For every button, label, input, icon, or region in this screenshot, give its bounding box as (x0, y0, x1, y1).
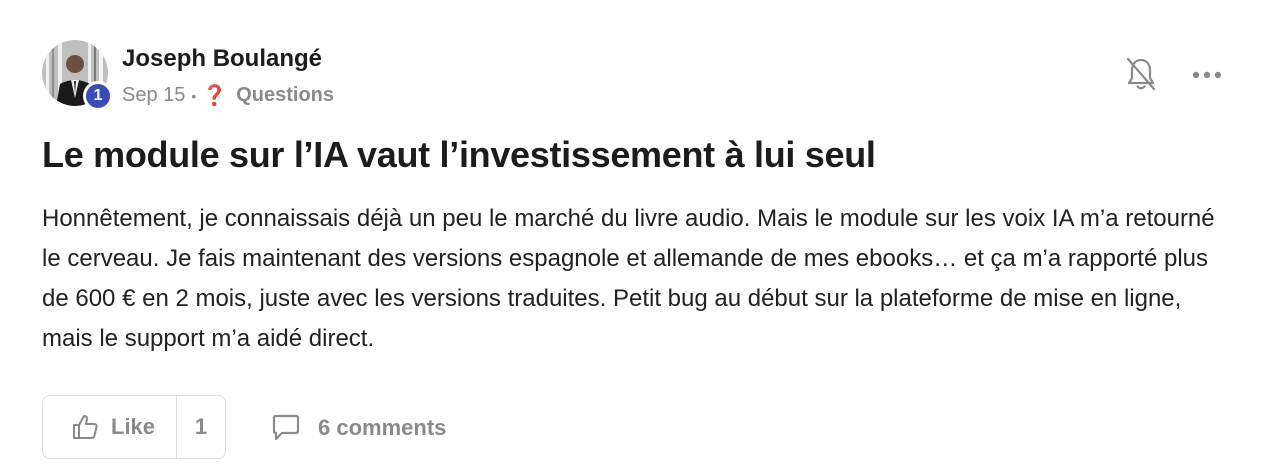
like-control: Like 1 (42, 395, 226, 459)
like-label: Like (111, 414, 156, 439)
post-date: Sep 15 (122, 84, 186, 106)
comments-button[interactable]: 6 comments (270, 410, 446, 446)
question-mark-icon: ❓ (202, 85, 228, 107)
post-category[interactable]: Questions (236, 84, 334, 107)
comment-icon (272, 414, 300, 441)
meta-separator: • (191, 87, 197, 104)
thumbs-up-icon (73, 415, 98, 439)
more-horizontal-icon[interactable] (1190, 62, 1224, 88)
comments-label: 6 comments (318, 415, 447, 440)
author-avatar-container[interactable]: 1 (42, 40, 113, 111)
like-button[interactable]: Like (43, 396, 177, 458)
like-count[interactable]: 1 (177, 414, 225, 440)
post-title[interactable]: Le module sur l’IA vaut l’investissement… (42, 134, 876, 176)
post-meta: Sep 15 • ❓ Questions (122, 83, 334, 108)
community-post: 1 Joseph Boulangé Sep 15 • ❓ Questions L… (0, 0, 1280, 476)
author-name[interactable]: Joseph Boulangé (122, 45, 322, 73)
post-body: Honnêtement, je connaissais déjà un peu … (42, 205, 1215, 352)
level-badge: 1 (83, 81, 113, 111)
bell-off-icon[interactable] (1124, 56, 1158, 94)
